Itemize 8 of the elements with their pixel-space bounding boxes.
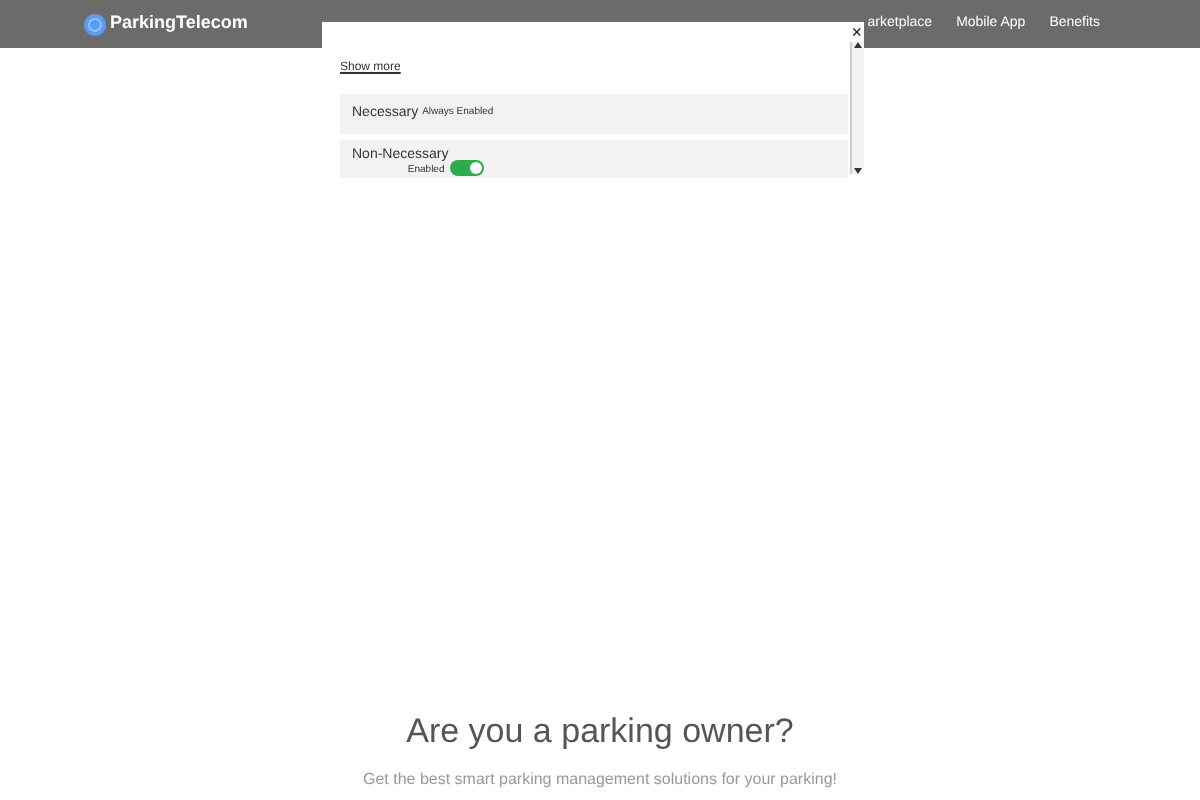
scrollbar[interactable] (850, 42, 864, 174)
logo-icon (84, 13, 106, 35)
toggle-switch[interactable] (450, 160, 485, 176)
close-button[interactable]: × (851, 24, 862, 42)
hero-subtitle: Get the best smart parking management solutions for your parking! (362, 768, 837, 792)
scroll-down-icon[interactable] (854, 168, 862, 174)
logo-text[interactable]: ParkingTelecom (110, 10, 248, 38)
hero-heading: Are you a parking owner? (406, 709, 794, 753)
